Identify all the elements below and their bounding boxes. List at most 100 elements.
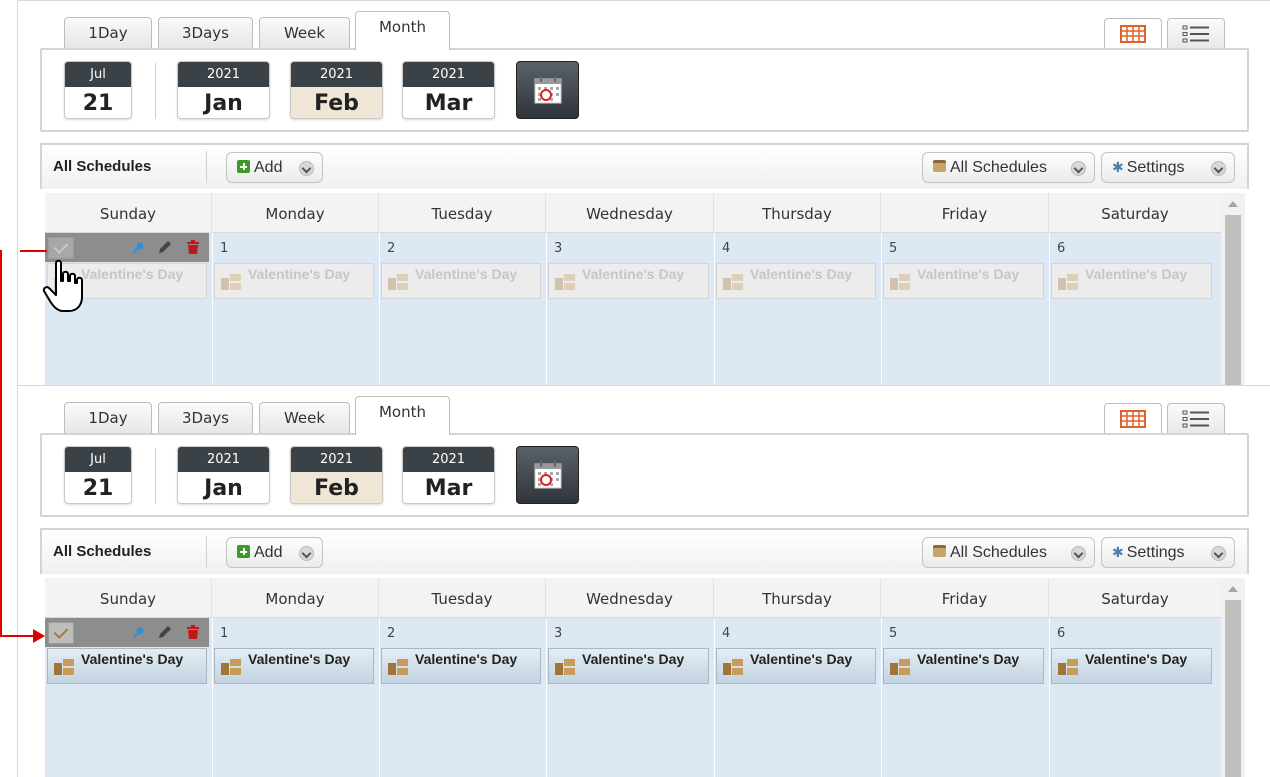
event-title: Valentine's Day: [248, 266, 351, 282]
event-valentines-monday[interactable]: Valentine's Day: [214, 263, 374, 299]
tab-week[interactable]: Week: [259, 402, 350, 434]
complete-check-button[interactable]: [48, 237, 74, 259]
event-icon: [1058, 659, 1078, 675]
date-navigator: Jul 21 2021 Jan 2021 Feb 2021 Mar: [40, 433, 1249, 517]
weekday-monday: Monday: [212, 578, 379, 618]
month-chip-mar[interactable]: 2021 Mar: [402, 61, 495, 119]
weekday-tuesday: Tuesday: [379, 193, 546, 233]
month-grid-view-button[interactable]: [1104, 18, 1162, 49]
scroll-up-arrow[interactable]: [1228, 586, 1238, 592]
event-valentines-tuesday[interactable]: Valentine's Day: [381, 263, 541, 299]
today-day: 21: [82, 91, 114, 116]
settings-dropdown[interactable]: ✱ Settings: [1101, 152, 1235, 183]
grid-line: [546, 618, 547, 777]
scrollbar-thumb[interactable]: [1225, 215, 1241, 385]
day-number: 5: [889, 241, 898, 256]
event-valentines-thursday[interactable]: Valentine's Day: [716, 263, 876, 299]
month-chip-year: 2021: [291, 447, 382, 472]
chevron-down-icon: [1071, 161, 1086, 176]
event-title: Valentine's Day: [248, 651, 351, 667]
grid-line: [1049, 233, 1050, 385]
event-valentines-friday[interactable]: Valentine's Day: [883, 263, 1044, 299]
trash-icon[interactable]: [186, 240, 200, 255]
vertical-scrollbar[interactable]: [1221, 193, 1245, 385]
event-title: Valentine's Day: [582, 651, 685, 667]
month-chip-feb[interactable]: 2021 Feb: [290, 61, 383, 119]
add-button[interactable]: Add: [226, 537, 323, 568]
weekday-saturday: Saturday: [1101, 205, 1169, 223]
connector-line: [20, 250, 47, 252]
event-valentines-friday[interactable]: Valentine's Day: [883, 648, 1044, 684]
event-valentines-wednesday[interactable]: Valentine's Day: [548, 648, 709, 684]
event-icon: [890, 274, 910, 290]
weekday-thursday: Thursday: [714, 193, 881, 233]
event-action-bar: [45, 618, 209, 647]
tab-3days[interactable]: 3Days: [158, 17, 253, 49]
event-icon: [723, 659, 743, 675]
weekday-friday: Friday: [881, 193, 1049, 233]
month-chip-jan[interactable]: 2021 Jan: [177, 446, 270, 504]
today-day: 21: [82, 476, 114, 501]
event-valentines-monday[interactable]: Valentine's Day: [214, 648, 374, 684]
add-button[interactable]: Add: [226, 152, 323, 183]
tab-month[interactable]: Month: [355, 11, 450, 50]
schedule-toolbar: All Schedules Add All Schedules ✱ Setting…: [40, 528, 1249, 574]
chevron-down-icon: [299, 161, 314, 176]
weekday-sunday: Sunday: [45, 193, 212, 233]
month-chip-feb[interactable]: 2021 Feb: [290, 446, 383, 504]
add-button-label: Add: [254, 544, 283, 561]
settings-dropdown[interactable]: ✱ Settings: [1101, 537, 1235, 568]
scroll-up-arrow[interactable]: [1228, 201, 1238, 207]
complete-check-button[interactable]: [48, 622, 74, 644]
day-number: 2: [387, 241, 396, 256]
tab-1day[interactable]: 1Day: [64, 17, 152, 49]
all-schedules-dropdown[interactable]: All Schedules: [922, 152, 1095, 183]
chevron-down-icon: [299, 546, 314, 561]
event-valentines-saturday[interactable]: Valentine's Day: [1051, 263, 1212, 299]
event-title: Valentine's Day: [415, 651, 518, 667]
event-icon: [221, 659, 241, 675]
calendar-picker-button[interactable]: [516, 446, 579, 504]
gear-icon: ✱: [1112, 544, 1124, 560]
pencil-icon[interactable]: [158, 625, 172, 640]
scrollbar-thumb[interactable]: [1225, 600, 1241, 777]
day-number: 1: [220, 241, 229, 256]
pin-icon[interactable]: [131, 626, 145, 640]
event-valentines-tuesday[interactable]: Valentine's Day: [381, 648, 541, 684]
pencil-icon[interactable]: [158, 240, 172, 255]
tab-3days[interactable]: 3Days: [158, 402, 253, 434]
pin-icon[interactable]: [131, 241, 145, 255]
grid-line: [881, 233, 882, 385]
tab-1day[interactable]: 1Day: [64, 402, 152, 434]
month-chip-name: Feb: [291, 472, 382, 503]
weekday-header: Sunday Monday Tuesday Wednesday Thursday…: [45, 193, 1221, 233]
tab-week[interactable]: Week: [259, 17, 350, 49]
month-grid-view-button[interactable]: [1104, 403, 1162, 434]
vertical-scrollbar[interactable]: [1221, 578, 1245, 777]
event-valentines-thursday[interactable]: Valentine's Day: [716, 648, 876, 684]
list-view-button[interactable]: [1167, 18, 1225, 49]
chevron-down-icon: [1071, 546, 1086, 561]
event-valentines-saturday[interactable]: Valentine's Day: [1051, 648, 1212, 684]
month-chip-jan[interactable]: 2021 Jan: [177, 61, 270, 119]
tab-month[interactable]: Month: [355, 396, 450, 435]
event-valentines-wednesday[interactable]: Valentine's Day: [548, 263, 709, 299]
event-icon: [388, 274, 408, 290]
weekday-saturday: Saturday: [1101, 590, 1169, 608]
month-chip-name: Feb: [291, 87, 382, 118]
settings-label: Settings: [1126, 544, 1185, 561]
list-view-button[interactable]: [1167, 403, 1225, 434]
month-chip-name: Mar: [424, 91, 473, 116]
all-schedules-dropdown[interactable]: All Schedules: [922, 537, 1095, 568]
today-chip[interactable]: Jul 21: [64, 61, 132, 119]
today-chip[interactable]: Jul 21: [64, 446, 132, 504]
weekday-thursday: Thursday: [714, 578, 881, 618]
calendar-picker-button[interactable]: [516, 61, 579, 119]
month-chip-mar[interactable]: 2021 Mar: [402, 446, 495, 504]
day-number: 5: [889, 626, 898, 641]
toolbar-title: All Schedules: [53, 158, 152, 175]
event-icon: [1058, 274, 1078, 290]
weekday-sunday: Sunday: [45, 578, 212, 618]
trash-icon[interactable]: [186, 625, 200, 640]
event-valentines-sunday[interactable]: Valentine's Day: [47, 648, 207, 684]
